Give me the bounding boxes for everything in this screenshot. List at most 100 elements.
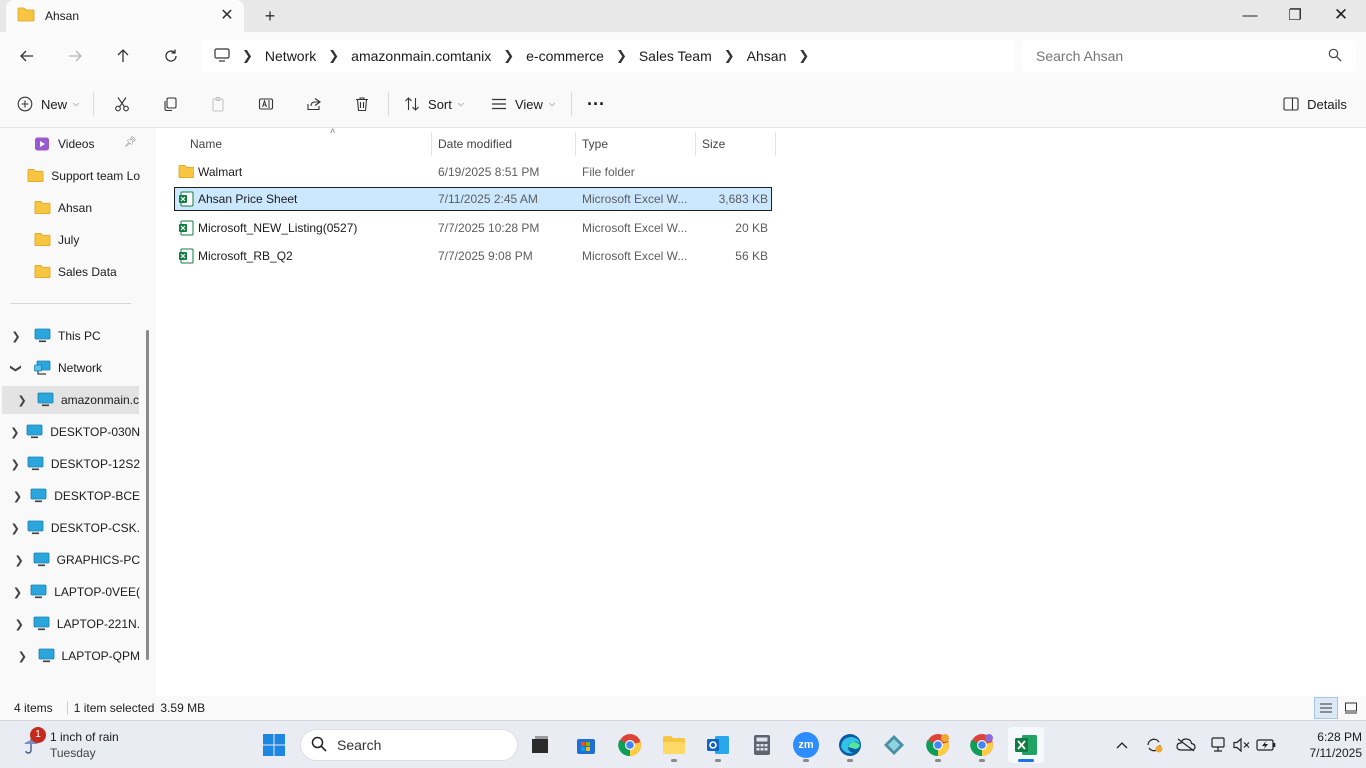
excel-app[interactable] bbox=[1008, 727, 1044, 763]
more-options-button[interactable]: ··· bbox=[580, 88, 612, 120]
start-button[interactable] bbox=[256, 727, 292, 763]
microsoft-store-app[interactable] bbox=[568, 727, 604, 763]
maximize-button[interactable]: ❐ bbox=[1272, 0, 1318, 30]
tiles-view-button[interactable] bbox=[1340, 697, 1362, 719]
breadcrumb-e-commerce[interactable]: e-commerce bbox=[516, 48, 614, 64]
sidebar-item-network-computer[interactable]: ❯ DESKTOP-030N bbox=[0, 418, 140, 446]
sidebar-item-network[interactable]: ❯ Network bbox=[0, 354, 140, 382]
up-button[interactable] bbox=[107, 40, 139, 72]
tab-ahsan[interactable]: Ahsan ✕ bbox=[6, 0, 244, 32]
task-view-app[interactable] bbox=[522, 727, 558, 763]
chevron-right-icon[interactable]: ❯ bbox=[9, 490, 25, 503]
rename-button[interactable] bbox=[250, 88, 282, 120]
column-header-date[interactable]: Date modified bbox=[432, 132, 576, 156]
pin-icon[interactable]: 📌︎ bbox=[124, 137, 137, 148]
chevron-right-icon[interactable]: ❯ bbox=[501, 48, 516, 64]
volume-tray-icon[interactable] bbox=[1230, 733, 1254, 757]
forward-button[interactable] bbox=[59, 40, 91, 72]
back-button[interactable] bbox=[11, 40, 43, 72]
chevron-right-icon[interactable]: ❯ bbox=[7, 458, 23, 471]
sidebar-item-network-computer[interactable]: ❯ amazonmain.c bbox=[2, 386, 139, 414]
breadcrumb-sales-team[interactable]: Sales Team bbox=[629, 48, 722, 64]
file-explorer-app[interactable] bbox=[656, 727, 692, 763]
paste-button[interactable] bbox=[202, 88, 234, 120]
close-window-button[interactable]: ✕ bbox=[1318, 0, 1364, 30]
chevron-right-icon[interactable]: ❯ bbox=[796, 48, 811, 64]
details-button[interactable]: Details bbox=[1278, 88, 1352, 120]
sidebar-item-videos[interactable]: Videos 📌︎ bbox=[0, 130, 140, 158]
edge-app[interactable] bbox=[832, 727, 868, 763]
zoom-app[interactable]: zm bbox=[788, 727, 824, 763]
chevron-right-icon[interactable]: ❯ bbox=[14, 394, 30, 407]
network-tray-icon[interactable] bbox=[1206, 733, 1230, 757]
share-button[interactable] bbox=[298, 88, 330, 120]
chevron-right-icon[interactable]: ❯ bbox=[7, 426, 23, 439]
column-header-size[interactable]: Size bbox=[696, 132, 776, 156]
delete-button[interactable] bbox=[346, 88, 378, 120]
sidebar-item-network-computer[interactable]: ❯ LAPTOP-0VEE( bbox=[0, 578, 140, 606]
file-row-walmart[interactable]: Walmart 6/19/2025 8:51 PM File folder bbox=[174, 160, 772, 184]
sidebar-item-network-computer[interactable]: ❯ LAPTOP-221N. bbox=[0, 610, 140, 638]
vpn-app[interactable] bbox=[876, 727, 912, 763]
details-pane-icon bbox=[1283, 97, 1299, 111]
show-hidden-icons-button[interactable] bbox=[1110, 733, 1134, 757]
column-header-name[interactable]: Name ˄ bbox=[184, 126, 432, 156]
sidebar-item-network-computer[interactable]: ❯ GRAPHICS-PC bbox=[0, 546, 140, 574]
details-view-button[interactable] bbox=[1314, 697, 1338, 719]
chevron-right-icon[interactable]: ❯ bbox=[14, 650, 30, 663]
breadcrumb-ahsan[interactable]: Ahsan bbox=[737, 48, 797, 64]
chrome-app[interactable] bbox=[612, 727, 648, 763]
chrome-profile-app[interactable] bbox=[964, 727, 1000, 763]
view-button[interactable]: View ⌵ bbox=[486, 88, 560, 120]
sidebar-item-network-computer[interactable]: ❯ DESKTOP-12S2 bbox=[0, 450, 140, 478]
sidebar-item-this-pc[interactable]: ❯ This PC bbox=[0, 322, 140, 350]
search-box[interactable] bbox=[1022, 40, 1356, 72]
onedrive-tray-icon[interactable] bbox=[1174, 733, 1198, 757]
copy-button[interactable] bbox=[154, 88, 186, 120]
sidebar-item-network-computer[interactable]: ❯ DESKTOP-BCE bbox=[0, 482, 140, 510]
sidebar-item-network-computer[interactable]: ❯ DESKTOP-CSK. bbox=[0, 514, 140, 542]
chevron-right-icon[interactable]: ❯ bbox=[7, 522, 23, 535]
chevron-right-icon[interactable]: ❯ bbox=[8, 330, 24, 343]
column-header-type[interactable]: Type bbox=[576, 132, 696, 156]
address-bar[interactable]: ❯ Network ❯ amazonmain.comtanix ❯ e-comm… bbox=[202, 40, 1014, 72]
search-input[interactable] bbox=[1036, 48, 1316, 64]
minimize-button[interactable]: — bbox=[1227, 0, 1273, 30]
chevron-right-icon[interactable]: ❯ bbox=[11, 554, 27, 567]
sidebar-item-sales-data[interactable]: Sales Data bbox=[0, 258, 140, 286]
breadcrumb-amazonmain[interactable]: amazonmain.comtanix bbox=[341, 48, 501, 64]
sidebar-item-ahsan[interactable]: Ahsan bbox=[0, 194, 140, 222]
file-row-ahsan-price-sheet[interactable]: Ahsan Price Sheet 7/11/2025 2:45 AM Micr… bbox=[174, 187, 772, 211]
sidebar-item-label: DESKTOP-12S2 bbox=[50, 457, 140, 471]
rename-icon bbox=[258, 98, 274, 110]
battery-tray-icon[interactable] bbox=[1254, 733, 1278, 757]
file-row-microsoft-new-listing[interactable]: Microsoft_NEW_Listing(0527) 7/7/2025 10:… bbox=[174, 216, 772, 240]
sidebar-item-label: LAPTOP-0VEE( bbox=[54, 585, 140, 599]
close-tab-icon[interactable]: ✕ bbox=[218, 7, 236, 25]
chevron-right-icon[interactable]: ❯ bbox=[722, 48, 737, 64]
chevron-right-icon[interactable]: ❯ bbox=[614, 48, 629, 64]
sidebar-scrollbar[interactable] bbox=[146, 330, 149, 660]
refresh-button[interactable] bbox=[155, 40, 187, 72]
new-button[interactable]: New ⌵ bbox=[10, 88, 86, 120]
taskbar-search[interactable]: Search bbox=[300, 729, 518, 761]
breadcrumb-network[interactable]: Network bbox=[255, 48, 326, 64]
cut-button[interactable] bbox=[106, 88, 138, 120]
sidebar-item-july[interactable]: July bbox=[0, 226, 140, 254]
file-row-microsoft-rb-q2[interactable]: Microsoft_RB_Q2 7/7/2025 9:08 PM Microso… bbox=[174, 244, 772, 268]
chevron-down-icon[interactable]: ❯ bbox=[10, 360, 23, 376]
sidebar-item-support-team[interactable]: Support team Lo bbox=[0, 162, 140, 190]
clock[interactable]: 6:28 PM 7/11/2025 bbox=[1282, 727, 1363, 763]
sort-button[interactable]: Sort ⌵ bbox=[398, 88, 470, 120]
sidebar-item-network-computer[interactable]: ❯ LAPTOP-QPM bbox=[0, 642, 140, 670]
calculator-app[interactable] bbox=[744, 727, 780, 763]
new-tab-button[interactable]: + bbox=[260, 6, 280, 26]
outlook-app[interactable] bbox=[700, 727, 736, 763]
chrome-profile-app[interactable] bbox=[920, 727, 956, 763]
chevron-right-icon[interactable]: ❯ bbox=[326, 48, 341, 64]
weather-widget[interactable]: 1 1 inch of rain Tuesday bbox=[16, 727, 176, 763]
chevron-right-icon[interactable]: ❯ bbox=[240, 48, 255, 64]
sync-tray-icon[interactable] bbox=[1142, 733, 1166, 757]
chevron-right-icon[interactable]: ❯ bbox=[9, 586, 25, 599]
chevron-right-icon[interactable]: ❯ bbox=[11, 618, 27, 631]
